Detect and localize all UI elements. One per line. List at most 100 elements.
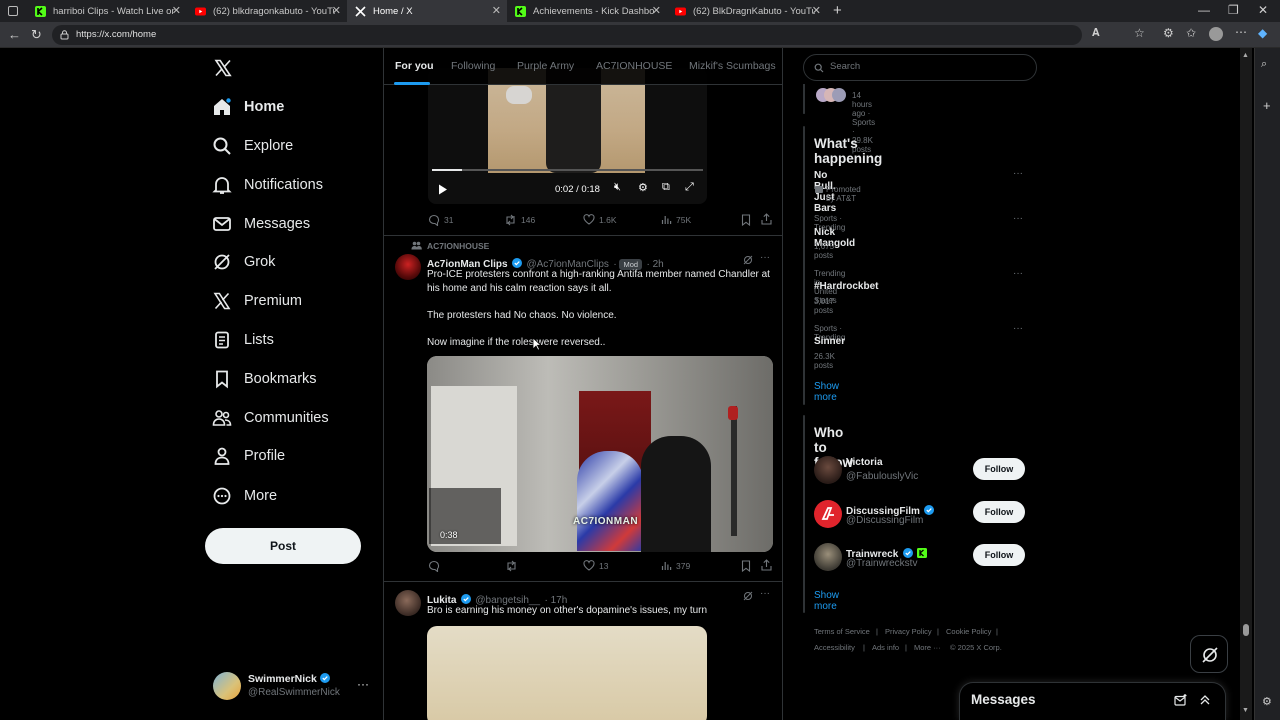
- new-tab-icon[interactable]: +: [833, 2, 842, 19]
- close-icon[interactable]: ✕: [492, 4, 501, 17]
- tab-for-you[interactable]: For you: [395, 60, 434, 72]
- footer-link[interactable]: Terms of Service: [814, 627, 870, 636]
- video-player[interactable]: 0:02 / 0:18 🔇︎ ⚙ ⧉ ⤢: [428, 68, 707, 204]
- browser-tab-5[interactable]: (62) BlkDragnKabuto - YouTube ✕: [667, 0, 827, 22]
- browser-tab-4[interactable]: Achievements - Kick Dashboard ✕: [507, 0, 667, 22]
- trend-more-icon[interactable]: ···: [1013, 323, 1023, 334]
- browser-tab-3[interactable]: Home / X ✕: [347, 0, 507, 22]
- trend-more-icon[interactable]: ···: [1013, 168, 1023, 179]
- scrollbar-up-arrow[interactable]: ▲: [1242, 52, 1249, 59]
- profile-avatar[interactable]: [1209, 27, 1223, 41]
- grok-icon[interactable]: [743, 591, 753, 601]
- follow-button[interactable]: Follow: [973, 544, 1025, 566]
- close-icon[interactable]: ✕: [812, 4, 821, 17]
- picture-in-picture-icon[interactable]: ⧉: [662, 181, 670, 194]
- bookmark-icon[interactable]: [741, 560, 751, 572]
- share-icon[interactable]: [761, 559, 772, 571]
- tab-mizkifs-scumbags[interactable]: Mizkif's Scumbags: [689, 60, 776, 72]
- bookmark-icon[interactable]: [741, 214, 751, 226]
- reply-action[interactable]: 31: [428, 214, 453, 226]
- messages-drawer[interactable]: Messages: [959, 682, 1226, 720]
- like-action[interactable]: 1.6K: [583, 214, 617, 225]
- settings-gear-icon[interactable]: ⚙: [638, 181, 648, 194]
- show-more-link[interactable]: Show more: [814, 381, 839, 403]
- tab-ac7ionhouse[interactable]: AC7IONHOUSE: [596, 60, 672, 72]
- nav-notifications[interactable]: Notifications: [212, 169, 323, 201]
- trend-more-icon[interactable]: ···: [1013, 213, 1023, 224]
- add-icon[interactable]: +: [1263, 98, 1271, 113]
- account-switcher[interactable]: SwimmerNick @RealSwimmerNick ···: [205, 667, 375, 707]
- nav-communities[interactable]: Communities: [212, 402, 329, 434]
- read-aloud-icon[interactable]: 𝐀: [1092, 27, 1100, 40]
- mute-icon[interactable]: 🔇︎: [614, 181, 621, 194]
- repost-icon[interactable]: [505, 560, 518, 572]
- x-logo-icon[interactable]: [214, 59, 232, 77]
- nav-home[interactable]: Home: [212, 91, 284, 123]
- community-label[interactable]: AC7IONHOUSE: [427, 241, 489, 251]
- nav-premium[interactable]: Premium: [212, 285, 302, 317]
- nav-lists[interactable]: Lists: [212, 324, 274, 356]
- account-more-icon[interactable]: ···: [357, 677, 369, 691]
- reload-icon[interactable]: ↻: [31, 27, 42, 43]
- views-action[interactable]: 75K: [661, 214, 691, 225]
- tab-purple-army[interactable]: Purple Army: [517, 60, 574, 72]
- window-close-icon[interactable]: ✕: [1258, 3, 1268, 17]
- tweet-more-icon[interactable]: ···: [760, 252, 770, 263]
- nav-messages[interactable]: Messages: [212, 208, 310, 240]
- copilot-icon[interactable]: ◆: [1258, 26, 1267, 40]
- avatar[interactable]: [814, 456, 842, 484]
- footer-link[interactable]: Privacy Policy: [885, 627, 932, 636]
- share-icon[interactable]: [761, 213, 772, 225]
- trend-top-card[interactable]: 14 hours ago · Sports · 29.8K posts: [803, 84, 875, 154]
- trend-more-icon[interactable]: ···: [1013, 268, 1023, 279]
- chevron-up-icon[interactable]: [1199, 694, 1211, 706]
- window-menu-icon[interactable]: [8, 6, 18, 16]
- footer-link[interactable]: Cookie Policy: [946, 627, 991, 636]
- avatar[interactable]: [395, 590, 421, 616]
- fullscreen-icon[interactable]: ⤢: [685, 181, 694, 194]
- new-message-icon[interactable]: [1174, 694, 1187, 707]
- settings-gear-icon[interactable]: ⚙: [1262, 695, 1272, 708]
- follow-button[interactable]: Follow: [973, 458, 1025, 480]
- follow-name[interactable]: Victoria: [846, 457, 883, 468]
- back-icon[interactable]: ←: [8, 27, 21, 42]
- post-button[interactable]: Post: [205, 528, 361, 564]
- favorites-icon[interactable]: ✩: [1186, 26, 1196, 40]
- browser-menu-icon[interactable]: ⋯: [1235, 25, 1247, 39]
- tab-following[interactable]: Following: [451, 60, 495, 72]
- close-icon[interactable]: ✕: [652, 4, 661, 17]
- grok-icon[interactable]: [743, 255, 753, 265]
- browser-tab-2[interactable]: (62) blkdragonkabuto - YouTube ✕: [187, 0, 347, 22]
- avatar[interactable]: [395, 254, 421, 280]
- avatar[interactable]: [814, 543, 842, 571]
- extensions-icon[interactable]: ⚙: [1163, 26, 1174, 40]
- play-icon[interactable]: [438, 184, 448, 195]
- minimize-icon[interactable]: —: [1198, 3, 1210, 17]
- address-bar[interactable]: https://x.com/home: [52, 25, 1082, 45]
- footer-link[interactable]: More ···: [914, 643, 941, 652]
- scrollbar-down-arrow[interactable]: ▼: [1242, 707, 1249, 714]
- page-scrollbar[interactable]: ▲ ▼: [1240, 48, 1252, 720]
- tweet-more-icon[interactable]: ···: [760, 588, 770, 599]
- favorite-star-icon[interactable]: ☆: [1134, 26, 1145, 40]
- views-action[interactable]: 379: [661, 560, 690, 571]
- nav-more[interactable]: More: [212, 480, 277, 512]
- nav-bookmarks[interactable]: Bookmarks: [212, 363, 317, 395]
- nav-grok[interactable]: Grok: [212, 246, 275, 278]
- search-input[interactable]: Search: [803, 54, 1037, 81]
- nav-profile[interactable]: Profile: [212, 440, 285, 472]
- video-progress-track[interactable]: [432, 169, 703, 171]
- reply-icon[interactable]: [428, 560, 440, 572]
- footer-link[interactable]: Accessibility: [814, 643, 855, 652]
- video-player[interactable]: AC7IONMAN 0:38: [427, 356, 773, 552]
- close-icon[interactable]: ✕: [332, 4, 341, 17]
- footer-link[interactable]: Ads info: [872, 643, 899, 652]
- browser-tab-1[interactable]: harriboi Clips - Watch Live on Kic ✕: [27, 0, 187, 22]
- search-icon[interactable]: ⌕: [1261, 58, 1267, 71]
- like-action[interactable]: 13: [583, 560, 608, 571]
- tweet-media[interactable]: [427, 626, 707, 720]
- nav-explore[interactable]: Explore: [212, 130, 293, 162]
- show-more-link[interactable]: Show more: [814, 590, 839, 612]
- close-icon[interactable]: ✕: [172, 4, 181, 17]
- maximize-icon[interactable]: ❐: [1228, 3, 1239, 17]
